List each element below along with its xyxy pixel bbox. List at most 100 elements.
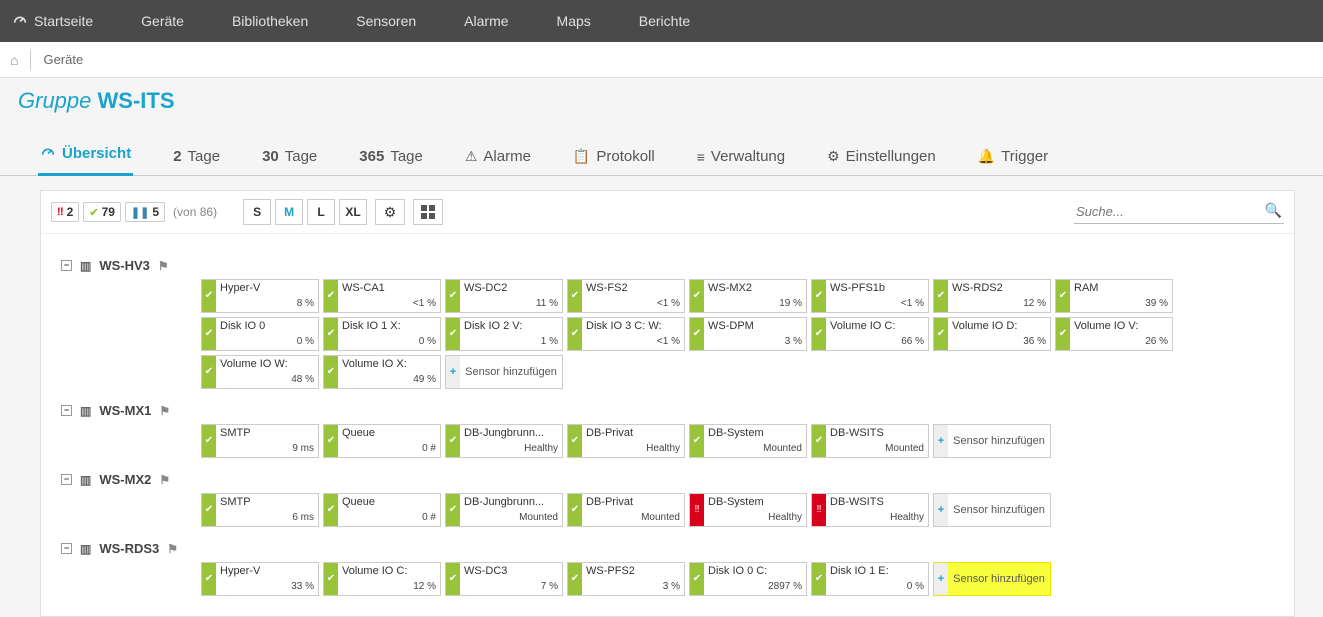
sensor-tile[interactable]: ✔Hyper-V8 %: [201, 279, 319, 313]
gauge-icon: [12, 12, 28, 31]
status-total: (von 86): [173, 205, 217, 219]
device-name[interactable]: WS-HV3: [99, 258, 150, 273]
sensor-tile[interactable]: ✔Hyper-V33 %: [201, 562, 319, 596]
device-icon: ▥: [80, 542, 91, 556]
device-name[interactable]: WS-MX2: [99, 472, 151, 487]
tab-tage[interactable]: 2 Tage: [171, 138, 222, 175]
sensor-tile[interactable]: ✔SMTP6 ms: [201, 493, 319, 527]
sensor-tile[interactable]: ✔Volume IO D:36 %: [933, 317, 1051, 351]
flag-icon[interactable]: ⚑: [159, 473, 170, 487]
check-icon: ✔: [202, 563, 216, 595]
flag-icon[interactable]: ⚑: [167, 542, 178, 556]
main-card: ‼2 ✔79 ❚❚5 (von 86) SMLXL ⚙ 🔍 −▥WS-HV3⚑✔…: [40, 190, 1295, 617]
check-icon: ✔: [202, 356, 216, 388]
add-sensor-button[interactable]: +Sensor hinzufügen: [933, 562, 1051, 596]
nav-berichte[interactable]: Berichte: [615, 0, 714, 42]
sensor-value: Mounted: [464, 512, 558, 524]
device-name[interactable]: WS-RDS3: [99, 541, 159, 556]
check-icon: ✔: [812, 563, 826, 595]
settings-button[interactable]: ⚙: [375, 199, 405, 225]
status-error[interactable]: ‼2: [51, 202, 79, 222]
tab-trigger[interactable]: 🔔 Trigger: [976, 138, 1050, 175]
nav-sensoren[interactable]: Sensoren: [332, 0, 440, 42]
home-icon[interactable]: ⌂: [10, 52, 18, 68]
sensor-tile[interactable]: ✔Disk IO 0 C:2897 %: [689, 562, 807, 596]
tab-verwaltung[interactable]: ≡ Verwaltung: [695, 138, 787, 175]
sensor-tile[interactable]: ✔DB-Jungbrunn...Healthy: [445, 424, 563, 458]
tab-übersicht[interactable]: Übersicht: [38, 134, 133, 176]
nav-startseite[interactable]: Startseite: [0, 0, 117, 42]
tab-einstellungen[interactable]: ⚙ Einstellungen: [825, 138, 938, 175]
size-buttons: SMLXL: [243, 199, 367, 225]
grid-view-button[interactable]: [413, 199, 443, 225]
sensor-tile[interactable]: ✔Disk IO 2 V:1 %: [445, 317, 563, 351]
search-icon[interactable]: 🔍: [1265, 202, 1282, 219]
tab-tage[interactable]: 30 Tage: [260, 138, 319, 175]
nav-maps[interactable]: Maps: [533, 0, 615, 42]
sensor-value: <1 %: [342, 298, 436, 310]
sensor-tile[interactable]: ✔WS-CA1<1 %: [323, 279, 441, 313]
sensor-tile[interactable]: ✔WS-DC211 %: [445, 279, 563, 313]
add-sensor-button[interactable]: +Sensor hinzufügen: [933, 493, 1051, 527]
sensor-tile[interactable]: ✔WS-PFS1b<1 %: [811, 279, 929, 313]
sensor-tile[interactable]: ✔DB-Jungbrunn...Mounted: [445, 493, 563, 527]
sensor-tile[interactable]: ✔Disk IO 1 E:0 %: [811, 562, 929, 596]
einstellungen-icon: ⚙: [827, 148, 840, 165]
sensor-tile[interactable]: ✔Volume IO W:48 %: [201, 355, 319, 389]
tab-protokoll[interactable]: 📋 Protokoll: [571, 138, 657, 175]
sensor-tile[interactable]: ✔SMTP9 ms: [201, 424, 319, 458]
sensor-tile[interactable]: ✔Volume IO C:66 %: [811, 317, 929, 351]
collapse-toggle[interactable]: −: [61, 543, 72, 554]
sensor-tile[interactable]: ✔WS-MX219 %: [689, 279, 807, 313]
flag-icon[interactable]: ⚑: [159, 404, 170, 418]
tab-tage[interactable]: 365 Tage: [357, 138, 425, 175]
sensor-tile[interactable]: ✔Disk IO 3 C: W:<1 %: [567, 317, 685, 351]
nav-bibliotheken[interactable]: Bibliotheken: [208, 0, 332, 42]
tab-alarme[interactable]: ⚠ Alarme: [463, 138, 533, 175]
breadcrumb-item[interactable]: Geräte: [43, 52, 83, 67]
sensor-tile[interactable]: ✔WS-FS2<1 %: [567, 279, 685, 313]
sensor-tile[interactable]: ✔Queue0 #: [323, 493, 441, 527]
plus-icon: +: [934, 494, 948, 526]
collapse-toggle[interactable]: −: [61, 405, 72, 416]
size-s-button[interactable]: S: [243, 199, 271, 225]
sensor-tile[interactable]: ✔Disk IO 1 X:0 %: [323, 317, 441, 351]
sensor-tile[interactable]: ✔WS-PFS23 %: [567, 562, 685, 596]
sensor-tile[interactable]: ✔RAM39 %: [1055, 279, 1173, 313]
nav-alarme[interactable]: Alarme: [440, 0, 532, 42]
sensor-tile[interactable]: ✔Queue0 #: [323, 424, 441, 458]
size-m-button[interactable]: M: [275, 199, 303, 225]
sensor-name: Disk IO 3 C: W:: [586, 320, 680, 333]
sensor-tile[interactable]: ✔WS-RDS212 %: [933, 279, 1051, 313]
sensor-tile[interactable]: ✔WS-DC37 %: [445, 562, 563, 596]
sensor-value: <1 %: [830, 298, 924, 310]
sensor-tile[interactable]: ✔DB-SystemMounted: [689, 424, 807, 458]
size-xl-button[interactable]: XL: [339, 199, 367, 225]
sensor-tile[interactable]: ✔DB-WSITSMounted: [811, 424, 929, 458]
search-input[interactable]: [1074, 200, 1284, 224]
sensor-name: WS-MX2: [708, 282, 802, 295]
sensor-tile[interactable]: ✔Volume IO V:26 %: [1055, 317, 1173, 351]
collapse-toggle[interactable]: −: [61, 474, 72, 485]
plus-icon: +: [934, 563, 948, 595]
flag-icon[interactable]: ⚑: [158, 259, 169, 273]
sensor-tile[interactable]: ‼DB-SystemHealthy: [689, 493, 807, 527]
sensor-tile[interactable]: ✔DB-PrivatMounted: [567, 493, 685, 527]
sensor-tile[interactable]: ✔WS-DPM3 %: [689, 317, 807, 351]
title-name: WS-ITS: [98, 88, 175, 113]
size-l-button[interactable]: L: [307, 199, 335, 225]
nav-geräte[interactable]: Geräte: [117, 0, 208, 42]
status-paused[interactable]: ❚❚5: [125, 202, 165, 222]
sensor-tile[interactable]: ✔DB-PrivatHealthy: [567, 424, 685, 458]
sensor-value: Healthy: [464, 443, 558, 455]
status-ok[interactable]: ✔79: [83, 202, 121, 222]
sensor-tile[interactable]: ✔Volume IO C:12 %: [323, 562, 441, 596]
collapse-toggle[interactable]: −: [61, 260, 72, 271]
sensor-tile[interactable]: ✔Disk IO 00 %: [201, 317, 319, 351]
add-sensor-button[interactable]: +Sensor hinzufügen: [445, 355, 563, 389]
check-icon: ✔: [202, 318, 216, 350]
sensor-tile[interactable]: ‼DB-WSITSHealthy: [811, 493, 929, 527]
device-name[interactable]: WS-MX1: [99, 403, 151, 418]
sensor-tile[interactable]: ✔Volume IO X:49 %: [323, 355, 441, 389]
add-sensor-button[interactable]: +Sensor hinzufügen: [933, 424, 1051, 458]
